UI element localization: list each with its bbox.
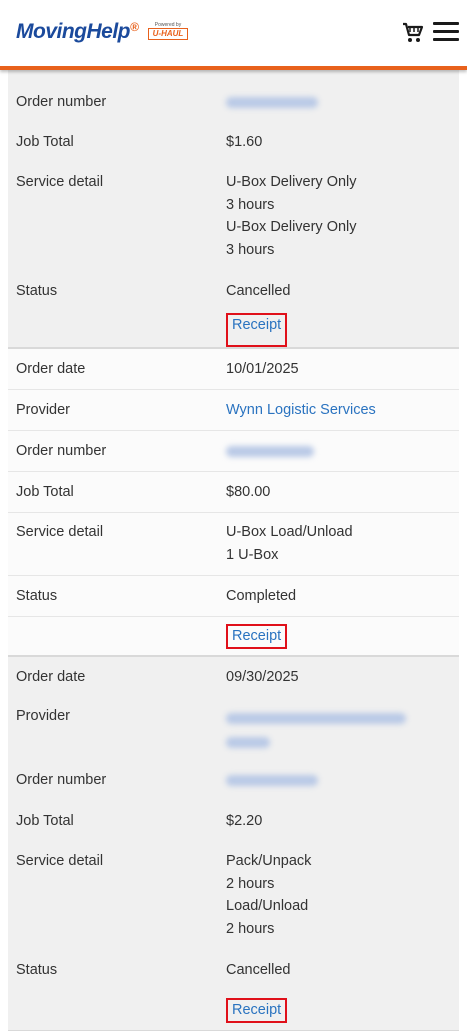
job-total-value: $1.60 [226,134,263,150]
status-label: Status [16,283,58,299]
job-total-value: $2.20 [226,813,263,829]
provider-link[interactable]: Wynn Logistic Services [226,399,459,421]
status-value: Cancelled [226,283,291,299]
movinghelp-logo[interactable]: MovingHelp® [16,20,139,44]
order-number-label: Order number [16,443,107,459]
order-number-value [226,769,459,791]
status-value: Cancelled [226,962,291,978]
receipt-link[interactable]: Receipt [226,313,288,347]
uhaul-partner-logo: Powered by U-HAUL [148,22,188,42]
order-number-label: Order number [16,94,107,110]
order-date-label: Order date [16,669,86,685]
service-detail-value: U-Box Delivery Only 3 hours U-Box Delive… [226,174,357,258]
order-number-value [226,440,459,462]
orders-list: Order number Job Total $1.60 Service det… [8,70,459,1031]
receipt-link[interactable]: Receipt [226,623,288,649]
status-label: Status [16,588,58,604]
order-card: Order date 10/01/2025 Provider Wynn Logi… [8,348,459,656]
receipt-link[interactable]: Receipt [226,997,288,1023]
job-total-label: Job Total [16,813,74,829]
job-total-label: Job Total [16,484,74,500]
service-detail-label: Service detail [16,853,104,869]
status-label: Status [16,962,58,978]
provider-label: Provider [16,708,70,724]
order-date-label: Order date [16,361,86,377]
order-number-value [226,91,459,113]
site-header: MovingHelp® Powered by U-HAUL [0,0,467,70]
service-detail-value: U-Box Load/Unload 1 U-Box [226,524,353,563]
status-value: Completed [226,588,297,604]
order-date-value: 10/01/2025 [226,361,299,377]
order-card: Order number Job Total $1.60 Service det… [8,70,459,348]
shopping-cart-icon[interactable] [401,21,425,45]
hamburger-menu-icon[interactable] [433,22,459,44]
order-card: Order date 09/30/2025 Provider Order num… [8,656,459,1031]
order-date-value: 09/30/2025 [226,669,299,685]
job-total-label: Job Total [16,134,74,150]
service-detail-label: Service detail [16,174,104,190]
job-total-value: $80.00 [226,484,271,500]
service-detail-value: Pack/Unpack 2 hours Load/Unload 2 hours [226,853,312,937]
order-number-label: Order number [16,772,107,788]
provider-label: Provider [16,402,70,418]
service-detail-label: Service detail [16,524,104,540]
provider-value[interactable] [226,705,459,759]
